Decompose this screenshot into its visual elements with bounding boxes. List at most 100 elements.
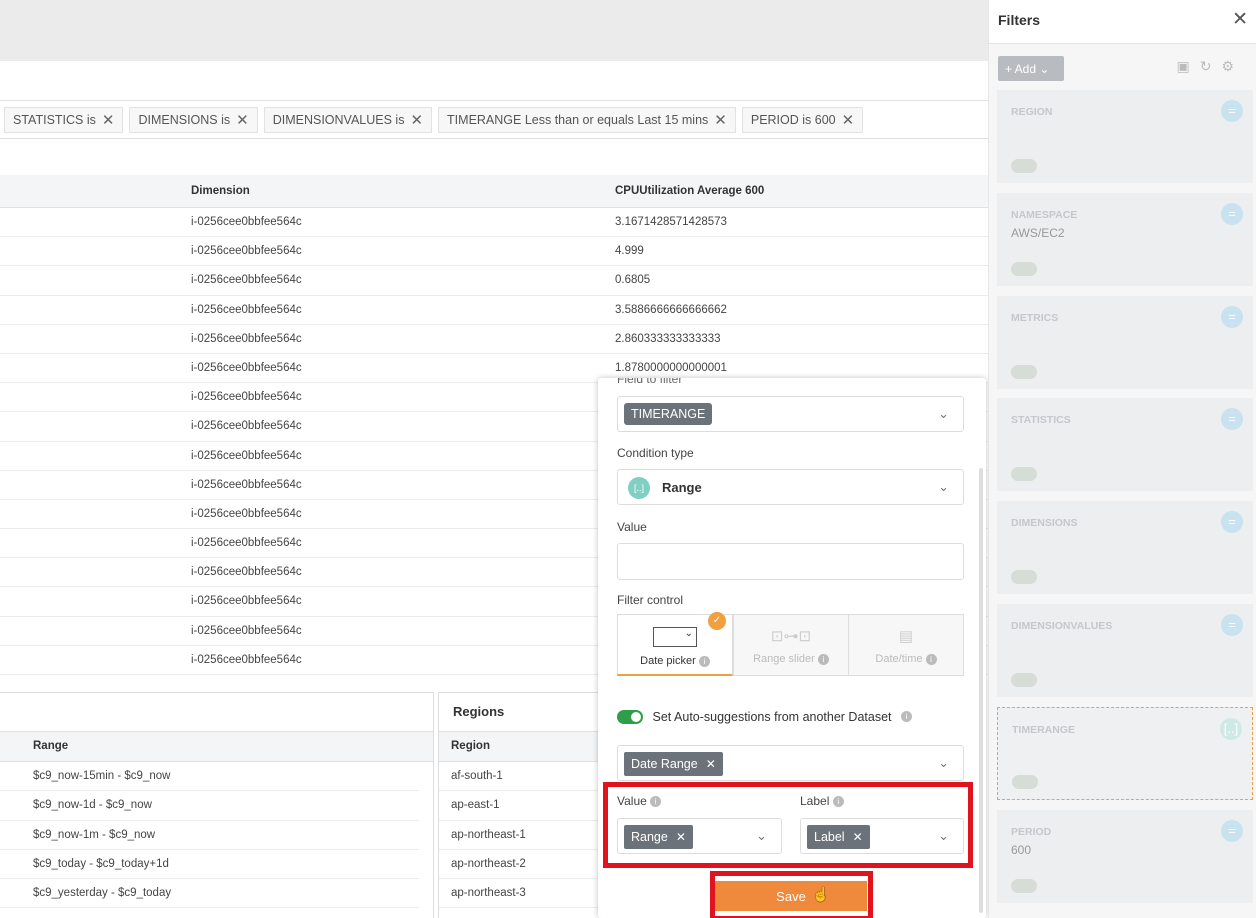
dimension-cell: i-0256cee0bbfee564c (191, 624, 302, 637)
gear-icon[interactable]: ⚙ (1221, 58, 1244, 74)
close-icon[interactable]: ✕ (1232, 8, 1248, 31)
value-input[interactable] (617, 543, 964, 580)
cpu-cell: 3.5886666666666662 (615, 303, 727, 316)
table-row[interactable]: i-0256cee0bbfee564c 0.6805 (0, 266, 988, 296)
dimension-cell: i-0256cee0bbfee564c (191, 653, 302, 666)
field-select[interactable]: TIMERANGE ⌄ (617, 396, 964, 432)
cpu-cell: 2.860333333333333 (615, 332, 721, 345)
condition-badge-icon[interactable]: = (1221, 100, 1243, 122)
autosuggest-toggle[interactable] (617, 709, 643, 724)
filter-card-namespace[interactable]: NAMESPACE AWS/EC2 = (997, 192, 1253, 286)
dimension-cell: i-0256cee0bbfee564c (191, 537, 302, 550)
filter-card-statistics[interactable]: STATISTICS = (997, 398, 1253, 492)
filter-chip[interactable]: STATISTICS is ✕ (4, 106, 124, 133)
dataset-select[interactable]: Date Range ✕ ⌄ (617, 745, 964, 781)
control-date-picker[interactable]: ⌄ Date picker i ✓ (617, 612, 733, 676)
info-icon[interactable]: i (901, 711, 912, 723)
column-header-region[interactable]: Region (439, 740, 490, 752)
table-header: Dimension CPUUtilization Average 600 (0, 175, 988, 208)
condition-badge-icon[interactable]: = (1221, 202, 1243, 225)
table-row[interactable]: ap-northeast-1 (439, 821, 598, 850)
close-icon[interactable]: ✕ (410, 111, 423, 129)
dataset-tag: Date Range ✕ (624, 752, 723, 776)
panel-title (0, 693, 433, 731)
table-row[interactable]: af-south-1 (439, 762, 598, 792)
filter-card-dimensionvalues[interactable]: DIMENSIONVALUES = (997, 604, 1253, 697)
field-to-filter-label: Field to filter (617, 378, 683, 386)
dimension-cell: i-0256cee0bbfee564c (191, 245, 302, 258)
reset-icon[interactable]: ↻ (1200, 58, 1222, 74)
close-icon[interactable]: ✕ (842, 111, 855, 129)
column-header-range[interactable]: Range (0, 740, 68, 752)
add-filter-button[interactable]: + Add ⌄ (998, 56, 1064, 81)
cpu-cell: 4.999 (615, 245, 644, 258)
table-row[interactable]: ap-northeast-3 (439, 879, 598, 909)
filter-chip[interactable]: DIMENSIONS is ✕ (129, 106, 258, 133)
close-icon[interactable]: ✕ (102, 111, 115, 129)
dimension-cell: i-0256cee0bbfee564c (191, 420, 302, 433)
filter-chip[interactable]: DIMENSIONVALUES is ✕ (263, 106, 433, 133)
condition-badge-icon[interactable]: = (1221, 511, 1243, 534)
table-row[interactable]: i-0256cee0bbfee564c 2.860333333333333 (0, 325, 988, 354)
filter-card-metrics[interactable]: METRICS = (997, 295, 1253, 389)
filter-toggle[interactable] (1011, 878, 1037, 893)
dimension-cell: i-0256cee0bbfee564c (191, 361, 302, 374)
condition-type-select[interactable]: [..] Range ⌄ (617, 469, 964, 505)
control-date-time[interactable]: ▤ Date/time i (848, 614, 964, 676)
filter-card-region[interactable]: REGION = (997, 90, 1253, 183)
table-row[interactable]: ap-east-1 (439, 791, 598, 821)
calendar-icon: ▤ (898, 628, 914, 645)
close-icon[interactable]: ✕ (236, 111, 249, 129)
dimension-cell: i-0256cee0bbfee564c (191, 274, 302, 287)
close-icon[interactable]: ✕ (714, 111, 727, 129)
filter-edit-popup: Field to filter TIMERANGE ⌄ Condition ty… (598, 378, 986, 918)
table-row[interactable]: $c9_yesterday - $c9_today (0, 879, 419, 909)
info-icon[interactable]: i (925, 653, 937, 665)
filter-toggle[interactable] (1011, 159, 1037, 173)
close-icon[interactable]: ✕ (706, 757, 716, 771)
column-header-cpu[interactable]: CPUUtilization Average 600 (615, 185, 764, 197)
condition-badge-icon[interactable]: = (1221, 305, 1243, 328)
info-icon[interactable]: i (817, 653, 829, 665)
table-row[interactable]: $c9_today - $c9_today+1d (0, 850, 419, 880)
condition-badge-icon[interactable]: = (1221, 614, 1243, 636)
save-icon[interactable]: ▣ (1176, 58, 1199, 74)
filter-toggle[interactable] (1011, 673, 1037, 687)
table-header: Range (0, 731, 433, 762)
table-row[interactable]: $c9_now-1m - $c9_now (0, 821, 419, 850)
value-label: Value (617, 520, 647, 534)
range-icon: [..] (628, 477, 650, 499)
filter-toggle[interactable] (1011, 570, 1037, 585)
regions-panel: Regions Region af-south-1 ap-east-1 ap-nor… (438, 692, 598, 918)
column-header-dimension[interactable]: Dimension (191, 185, 250, 197)
filter-toggle[interactable] (1012, 774, 1038, 789)
table-row[interactable]: i-0256cee0bbfee564c 3.1671428571428573 (0, 208, 988, 238)
condition-type-label: Condition type (617, 446, 694, 460)
filter-card-period[interactable]: PERIOD 600 = (997, 809, 1253, 903)
condition-badge-icon[interactable]: = (1221, 819, 1243, 842)
filter-toggle[interactable] (1011, 364, 1037, 379)
table-row[interactable]: i-0256cee0bbfee564c 3.5886666666666662 (0, 296, 988, 325)
filter-chip[interactable]: TIMERANGE Less than or equals Last 15 mi… (438, 106, 736, 133)
table-row[interactable]: ap-northeast-2 (439, 850, 598, 880)
chevron-down-icon: ⌄ (938, 479, 949, 494)
dimension-cell: i-0256cee0bbfee564c (191, 303, 302, 316)
cpu-cell: 1.8780000000000001 (615, 361, 727, 374)
filter-toggle[interactable] (1011, 467, 1037, 482)
condition-badge-icon[interactable]: [..] (1220, 717, 1242, 740)
filter-card-timerange[interactable]: TIMERANGE [..] (997, 706, 1253, 800)
scrollbar[interactable] (979, 468, 983, 913)
panel-title: Regions (453, 704, 505, 719)
info-icon[interactable]: i (698, 655, 710, 667)
table-row[interactable]: $c9_now-15min - $c9_now (0, 762, 419, 792)
filter-toggle[interactable] (1011, 261, 1037, 276)
control-range-slider[interactable]: ⊡⊶⊡ Range slider i (733, 614, 849, 676)
filter-chip[interactable]: PERIOD is 600 ✕ (741, 106, 864, 133)
save-button[interactable]: Save (715, 881, 867, 911)
check-icon: ✓ (708, 612, 726, 630)
table-row[interactable]: $c9_now-1d - $c9_now (0, 791, 419, 821)
table-row[interactable]: i-0256cee0bbfee564c 4.999 (0, 237, 988, 267)
dimension-cell: i-0256cee0bbfee564c (191, 595, 302, 608)
filter-card-dimensions[interactable]: DIMENSIONS = (997, 501, 1253, 595)
condition-badge-icon[interactable]: = (1221, 408, 1243, 431)
